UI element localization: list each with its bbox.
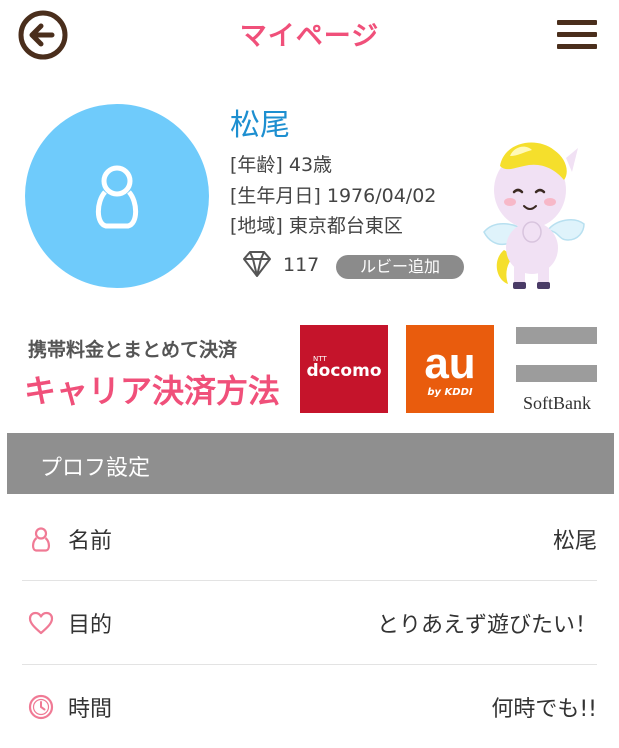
row-label: 名前 <box>68 529 113 554</box>
add-ruby-button[interactable]: ルビー追加 <box>336 255 464 279</box>
row-value: 何時でも!! <box>491 697 597 722</box>
pegasus-mascot-image <box>483 142 585 289</box>
softbank-logo-bar <box>516 365 597 382</box>
header-bar: マイページ <box>0 0 619 70</box>
row-purpose[interactable]: 目的 とりあえず遊びたい！ <box>22 582 597 665</box>
au-brand-text: au <box>424 339 476 388</box>
age-text: [年齢] 43歳 <box>230 154 333 176</box>
carrier-payment-subtitle: 携帯料金とまとめて決済 <box>28 339 238 361</box>
softbank-logo[interactable]: SoftBank <box>515 325 597 413</box>
au-sub-text: by KDDI <box>427 387 473 398</box>
ruby-count: 117 <box>283 254 320 276</box>
avatar[interactable] <box>25 104 209 288</box>
hamburger-menu-icon[interactable] <box>557 20 597 50</box>
row-label: 時間 <box>68 697 113 722</box>
row-time[interactable]: 時間 何時でも!! <box>22 666 597 748</box>
docomo-brand-text: docomo <box>306 361 382 381</box>
row-value: 松尾 <box>552 529 597 554</box>
softbank-logo-bar <box>516 327 597 344</box>
carrier-payment-title[interactable]: キャリア決済方法 <box>24 366 280 412</box>
page-title: マイページ <box>239 21 380 52</box>
birthday-text: [生年月日] 1976/04/02 <box>230 185 437 207</box>
row-label: 目的 <box>68 613 113 638</box>
softbank-brand-text: SoftBank <box>522 393 591 413</box>
au-logo[interactable]: au by KDDI <box>406 325 494 413</box>
section-title: プロフ設定 <box>40 456 151 481</box>
person-icon <box>31 527 51 552</box>
person-silhouette-icon <box>95 165 139 229</box>
user-name: 松尾 <box>230 108 290 143</box>
row-name[interactable]: 名前 松尾 <box>22 498 597 581</box>
row-value: とりあえず遊びたい！ <box>376 613 597 638</box>
region-text: [地域] 東京都台東区 <box>230 215 403 237</box>
profile-settings-header: プロフ設定 <box>7 433 614 494</box>
diamond-icon <box>243 251 271 277</box>
clock-icon <box>28 694 54 720</box>
heart-icon <box>28 611 54 635</box>
docomo-logo[interactable]: NTT docomo <box>300 325 388 413</box>
